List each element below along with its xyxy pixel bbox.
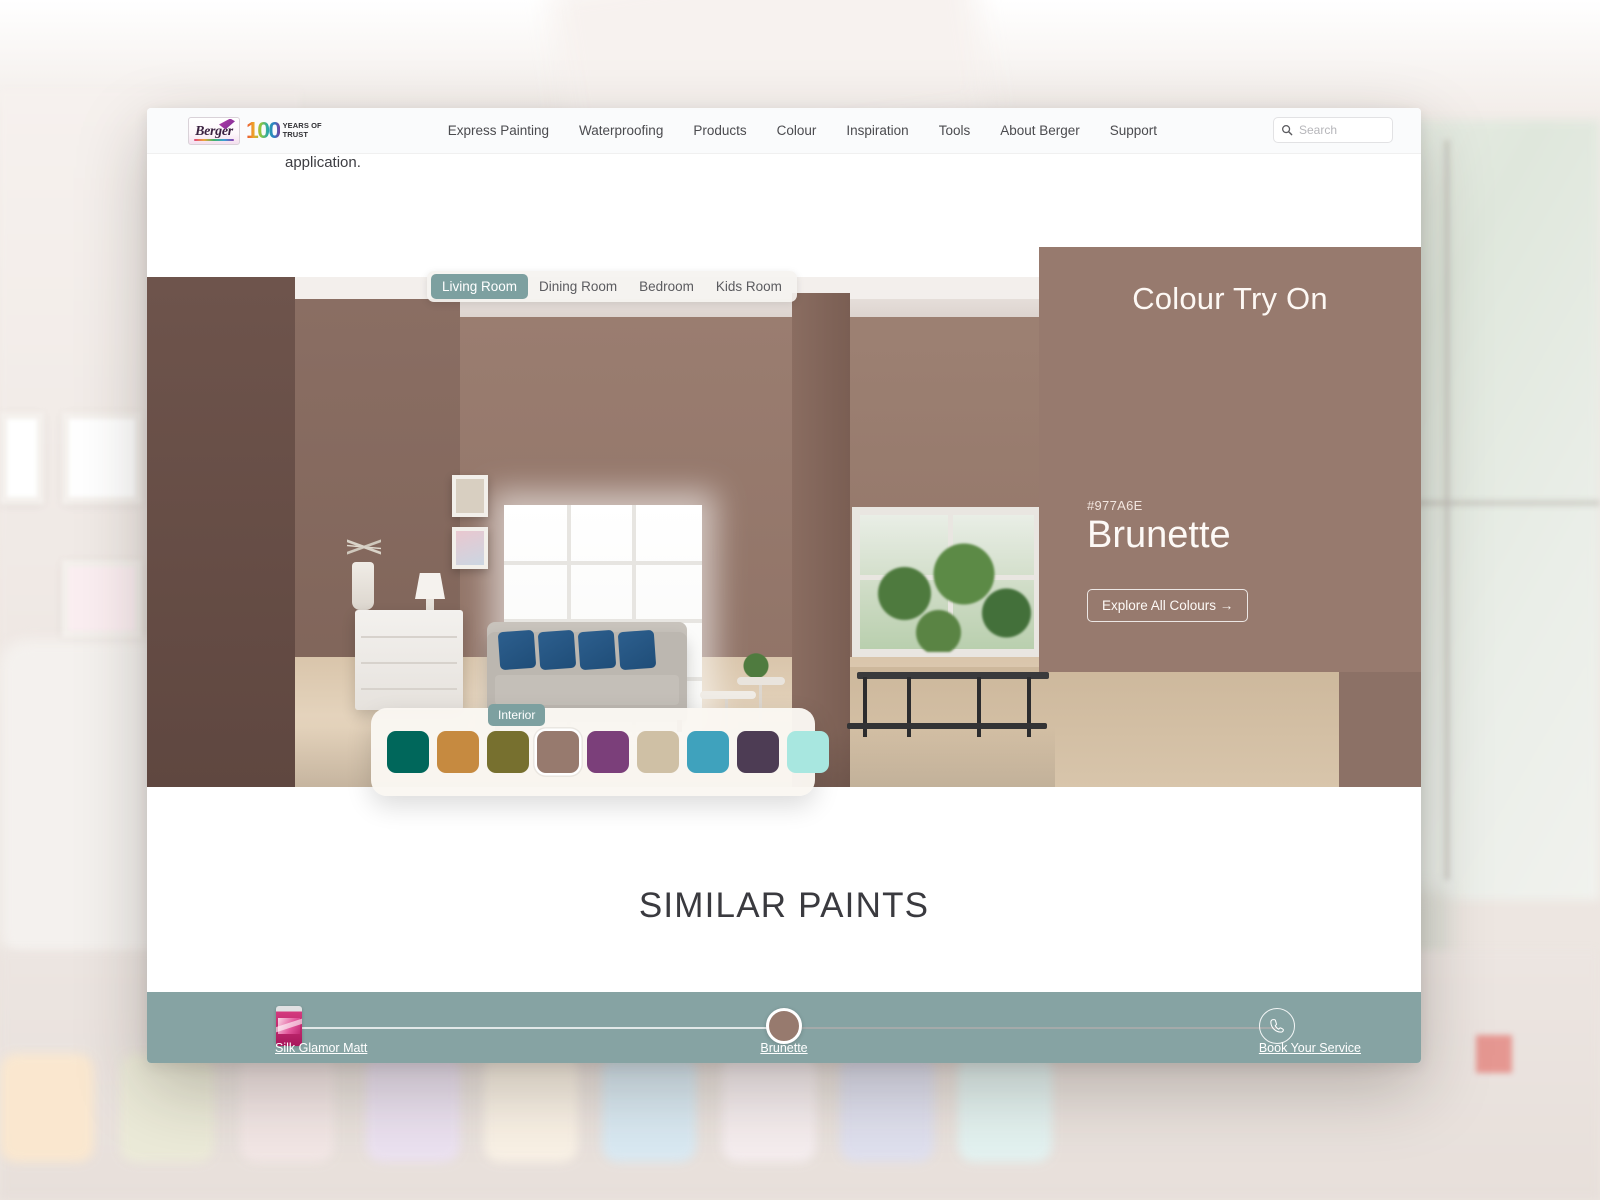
anniversary-line-2: TRUST (282, 129, 309, 139)
background-picture-frame (0, 412, 44, 504)
berger-logo-icon: Berger (188, 116, 240, 145)
anniversary-text: YEARS OF TRUST (282, 121, 322, 139)
nav-item-products[interactable]: Products (693, 123, 746, 138)
background-swatch (0, 1054, 94, 1162)
colour-panel-title: Colour Try On (1132, 281, 1328, 316)
colour-try-on-panel: Colour Try On #977A6E Brunette Explore A… (1039, 247, 1421, 672)
room-tab-bedroom[interactable]: Bedroom (628, 274, 705, 299)
search-icon (1282, 125, 1293, 136)
room-left-wall (147, 277, 295, 787)
site-header: Berger 100 YEARS OF TRUST Express Painti… (147, 108, 1421, 154)
colour-name-label[interactable]: Brunette (760, 1041, 807, 1055)
palette-swatch-7[interactable] (687, 731, 729, 773)
colour-name: Brunette (1087, 514, 1231, 557)
palette-category-badge[interactable]: Interior (488, 704, 546, 726)
room-sofa-seat (495, 675, 679, 705)
main-navigation: Express Painting Waterproofing Products … (448, 123, 1157, 138)
similar-paints-title: SIMILAR PAINTS (638, 886, 930, 925)
explore-all-colours-button[interactable]: Explore All Colours → (1087, 589, 1249, 622)
phone-icon[interactable] (1259, 1008, 1295, 1044)
nav-item-tools[interactable]: Tools (939, 123, 971, 138)
logo-rainbow-underline (194, 138, 234, 141)
room-side-table (737, 677, 785, 685)
background-window-mullion (1444, 140, 1450, 880)
phone-glyph (1270, 1019, 1284, 1033)
nav-item-support[interactable]: Support (1110, 123, 1157, 138)
progress-handle-colour[interactable] (766, 1008, 802, 1044)
palette-swatch-4-selected[interactable] (537, 731, 579, 773)
room-cushion (537, 629, 577, 671)
colour-palette (371, 708, 829, 796)
room-tab-dining-room[interactable]: Dining Room (528, 274, 628, 299)
background-swatch (840, 1054, 934, 1162)
paint-can-icon[interactable] (276, 1006, 302, 1046)
background-swatch (484, 1054, 578, 1162)
nav-item-colour[interactable]: Colour (777, 123, 817, 138)
product-name-label[interactable]: Silk Glamor Matt (275, 1041, 367, 1055)
background-swatch (366, 1054, 460, 1162)
room-outdoor-greenery (862, 522, 1032, 652)
background-accent-box (1476, 1035, 1512, 1073)
room-wall-art (452, 475, 488, 517)
nav-item-waterproofing[interactable]: Waterproofing (579, 123, 663, 138)
room-cushion (497, 629, 537, 671)
bottom-progress-bar: Silk Glamor Matt Brunette Book Your Serv… (147, 992, 1421, 1063)
palette-swatch-8[interactable] (737, 731, 779, 773)
background-swatch (958, 1054, 1052, 1162)
background-swatch (602, 1054, 696, 1162)
background-picture-frame (62, 412, 142, 504)
palette-swatch-9[interactable] (787, 731, 829, 773)
anniversary-number: 100 (246, 117, 281, 143)
palette-swatch-1[interactable] (387, 731, 429, 773)
room-tab-living-room[interactable]: Living Room (431, 274, 529, 299)
colour-hex-code: #977A6E (1087, 498, 1143, 514)
background-swatch (120, 1054, 214, 1162)
similar-paints-section: SIMILAR PAINTS (147, 787, 1421, 992)
room-side-table (700, 691, 756, 699)
search-box[interactable]: Search (1273, 117, 1393, 143)
room-type-tabs: Living Room Dining Room Bedroom Kids Roo… (427, 271, 797, 302)
nav-item-inspiration[interactable]: Inspiration (846, 123, 908, 138)
room-bar-counter (857, 672, 1049, 679)
room-table-lamp (415, 573, 445, 599)
room-cushion (577, 629, 617, 671)
room-vase (352, 562, 374, 610)
background-swatch (722, 1054, 816, 1162)
anniversary-logo: 100 YEARS OF TRUST (246, 119, 322, 142)
nav-item-about-berger[interactable]: About Berger (1000, 123, 1080, 138)
room-small-plant (743, 649, 769, 677)
room-tab-kids-room[interactable]: Kids Room (705, 274, 793, 299)
paragraph-tail-text: application. (285, 154, 361, 171)
room-cabinet (355, 610, 463, 710)
palette-swatch-2[interactable] (437, 731, 479, 773)
room-wall-art (452, 527, 488, 569)
palette-swatch-3[interactable] (487, 731, 529, 773)
background-picture-frame (62, 560, 142, 638)
book-service-label[interactable]: Book Your Service (1259, 1041, 1361, 1055)
site-logo[interactable]: Berger 100 YEARS OF TRUST (188, 116, 322, 145)
nav-item-express-painting[interactable]: Express Painting (448, 123, 549, 138)
palette-swatch-6[interactable] (637, 731, 679, 773)
progress-track-remaining[interactable] (784, 1027, 1277, 1029)
background-swatch (240, 1054, 334, 1162)
search-input-placeholder[interactable]: Search (1299, 123, 1337, 137)
browser-page: application. Berger 100 YEARS OF TRUST E… (147, 108, 1421, 1063)
palette-swatch-5[interactable] (587, 731, 629, 773)
room-cushion (617, 629, 657, 671)
